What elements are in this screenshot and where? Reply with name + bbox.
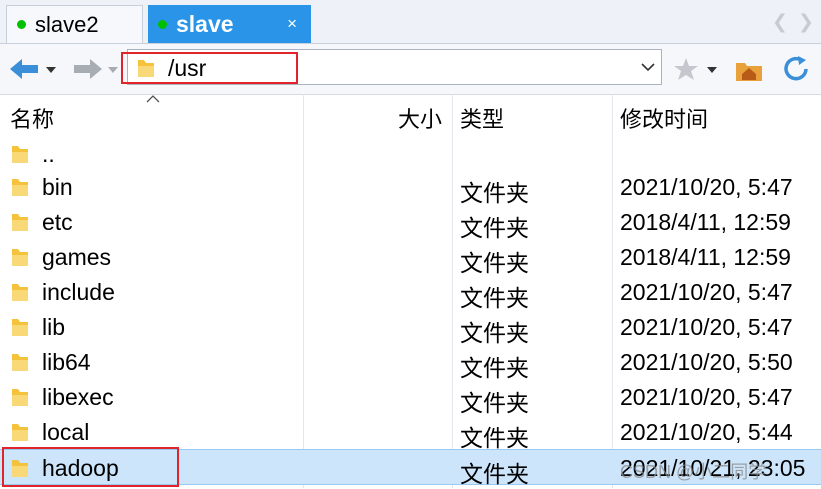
folder-icon (12, 389, 28, 406)
file-type: 文件夹 (460, 250, 529, 276)
folder-icon (12, 424, 28, 441)
file-type: 文件夹 (460, 461, 529, 487)
back-history-dropdown-icon[interactable] (45, 66, 57, 74)
forward-arrow-icon[interactable] (72, 57, 104, 81)
bookmark-dropdown-icon[interactable] (706, 66, 718, 74)
close-icon[interactable]: × (287, 14, 297, 34)
file-row[interactable]: .. (0, 136, 821, 171)
column-header-size[interactable]: 大小 (398, 102, 442, 134)
hadoop-highlight-box (2, 447, 179, 487)
file-type: 文件夹 (460, 355, 529, 381)
star-icon[interactable] (673, 57, 699, 81)
sort-ascending-icon (146, 95, 160, 103)
file-type: 文件夹 (460, 180, 529, 206)
folder-icon (12, 214, 28, 231)
tab-slave2[interactable]: slave2 (6, 5, 143, 43)
file-type: 文件夹 (460, 390, 529, 416)
file-type: 文件夹 (460, 215, 529, 241)
file-row[interactable]: bin 文件夹 2021/10/20, 5:47 (0, 169, 821, 206)
folder-icon (12, 249, 28, 266)
file-modified: 2021/10/20, 5:47 (620, 384, 793, 410)
folder-icon (12, 179, 28, 196)
folder-icon (12, 284, 28, 301)
chevron-down-icon[interactable] (641, 62, 655, 72)
connection-status-dot (158, 19, 167, 29)
file-name: libexec (42, 384, 114, 410)
forward-history-dropdown-icon[interactable] (107, 66, 119, 74)
file-modified: 2021/10/20, 5:47 (620, 314, 793, 340)
column-header-type[interactable]: 类型 (460, 102, 504, 134)
tab-scroll-right-icon[interactable]: ❯ (798, 11, 814, 34)
file-row[interactable]: include 文件夹 2021/10/20, 5:47 (0, 274, 821, 311)
file-modified: 2018/4/11, 12:59 (620, 209, 791, 235)
tab-scroll-left-icon[interactable]: ❮ (772, 11, 788, 34)
file-name: games (42, 244, 112, 270)
file-type: 文件夹 (460, 425, 529, 451)
tab-bar: slave2 slave × ❮ ❯ (0, 0, 821, 44)
watermark: CSDN @小二同学 (620, 462, 767, 482)
file-name: bin (42, 174, 73, 200)
column-header-modified[interactable]: 修改时间 (620, 102, 708, 134)
folder-icon (12, 146, 28, 163)
file-row[interactable]: local 文件夹 2021/10/20, 5:44 (0, 414, 821, 451)
home-folder-icon[interactable] (734, 55, 764, 83)
file-name: lib64 (42, 349, 91, 375)
file-row[interactable]: lib64 文件夹 2021/10/20, 5:50 (0, 344, 821, 381)
file-modified: 2018/4/11, 12:59 (620, 244, 791, 270)
connection-status-dot (17, 20, 26, 29)
file-type: 文件夹 (460, 320, 529, 346)
refresh-icon[interactable] (782, 55, 812, 83)
column-header-row: 名称 大小 类型 修改时间 (0, 94, 821, 136)
back-arrow-icon[interactable] (8, 57, 40, 81)
address-highlight-box (121, 52, 298, 84)
file-row[interactable]: lib 文件夹 2021/10/20, 5:47 (0, 309, 821, 346)
file-type: 文件夹 (460, 285, 529, 311)
file-name: local (42, 419, 90, 445)
file-name: etc (42, 209, 73, 235)
column-header-name[interactable]: 名称 (10, 102, 54, 134)
file-name: include (42, 279, 115, 305)
file-name: .. (42, 141, 55, 167)
file-row[interactable]: libexec 文件夹 2021/10/20, 5:47 (0, 379, 821, 416)
file-name: lib (42, 314, 66, 340)
tab-label: slave (176, 10, 234, 37)
file-modified: 2021/10/20, 5:47 (620, 279, 793, 305)
file-row[interactable]: games 文件夹 2018/4/11, 12:59 (0, 239, 821, 276)
folder-icon (12, 319, 28, 336)
file-modified: 2021/10/20, 5:44 (620, 419, 793, 445)
folder-icon (12, 354, 28, 371)
tab-slave[interactable]: slave × (148, 5, 311, 43)
tab-label: slave2 (35, 11, 99, 37)
file-row[interactable]: etc 文件夹 2018/4/11, 12:59 (0, 204, 821, 241)
file-modified: 2021/10/20, 5:47 (620, 174, 793, 200)
file-modified: 2021/10/20, 5:50 (620, 349, 793, 375)
